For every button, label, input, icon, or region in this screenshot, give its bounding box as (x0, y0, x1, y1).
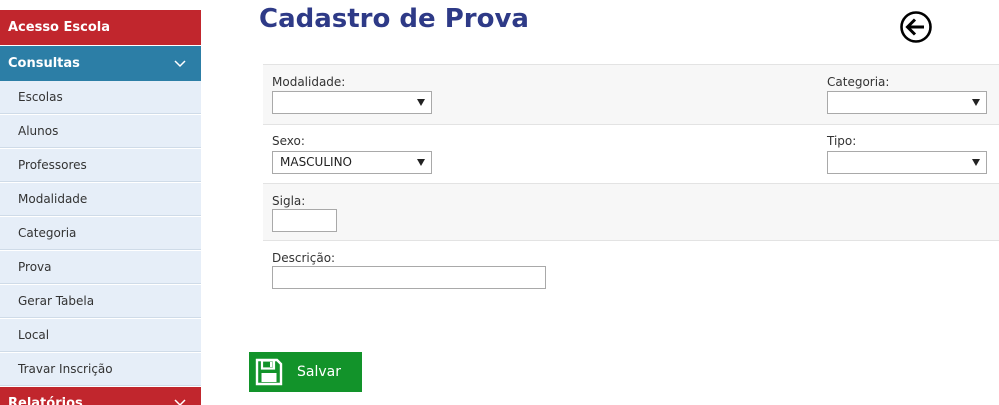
sidebar-item-local[interactable]: Local (0, 319, 201, 352)
arrow-left-circle-icon (900, 11, 932, 43)
dropdown-arrow-icon (417, 99, 425, 106)
dropdown-arrow-icon (417, 159, 425, 166)
sidebar-header-relatorios[interactable]: Relatórios (0, 387, 201, 405)
chevron-down-icon (174, 399, 186, 405)
page-title: Cadastro de Prova (259, 4, 529, 34)
sidebar: Acesso Escola Consultas Escolas Alunos P… (0, 0, 202, 405)
sexo-label: Sexo: (272, 134, 305, 148)
sidebar-item-label: Professores (18, 158, 87, 172)
sidebar-header-label: Consultas (8, 56, 80, 71)
sidebar-item-professores[interactable]: Professores (0, 149, 201, 182)
sidebar-header-label: Relatórios (8, 396, 83, 405)
tipo-select[interactable] (827, 151, 987, 174)
sidebar-item-label: Travar Inscrição (18, 362, 113, 376)
sidebar-item-label: Local (18, 328, 50, 342)
form-row-sexo-tipo: Sexo: MASCULINO Tipo: (263, 125, 999, 184)
form-row-descricao: Descrição: (263, 241, 999, 332)
modalidade-label: Modalidade: (272, 75, 346, 89)
dropdown-arrow-icon (972, 99, 980, 106)
sidebar-header-acesso-escola[interactable]: Acesso Escola (0, 10, 201, 45)
floppy-disk-icon (255, 358, 283, 386)
sidebar-item-label: Alunos (18, 124, 59, 138)
categoria-label: Categoria: (827, 75, 890, 89)
sidebar-header-label: Acesso Escola (8, 20, 111, 35)
save-button[interactable]: Salvar (249, 352, 362, 392)
sidebar-item-modalidade[interactable]: Modalidade (0, 183, 201, 216)
form-row-modalidade-categoria: Modalidade: Categoria: (263, 65, 999, 125)
sidebar-item-label: Modalidade (18, 192, 88, 206)
sidebar-item-escolas[interactable]: Escolas (0, 81, 201, 114)
sidebar-item-prova[interactable]: Prova (0, 251, 201, 284)
sidebar-header-consultas[interactable]: Consultas (0, 46, 201, 81)
back-button[interactable] (899, 10, 933, 44)
sidebar-item-label: Escolas (18, 90, 63, 104)
modalidade-select[interactable] (272, 91, 432, 114)
dropdown-arrow-icon (972, 159, 980, 166)
sidebar-item-alunos[interactable]: Alunos (0, 115, 201, 148)
chevron-down-icon (174, 60, 186, 68)
tipo-label: Tipo: (827, 134, 857, 148)
categoria-select[interactable] (827, 91, 987, 114)
sexo-value: MASCULINO (280, 155, 352, 169)
form-row-sigla: Sigla: (263, 184, 999, 241)
sidebar-item-label: Categoria (18, 226, 77, 240)
sidebar-item-label: Gerar Tabela (18, 294, 95, 308)
sidebar-item-label: Prova (18, 260, 52, 274)
descricao-input[interactable] (272, 266, 546, 289)
sigla-label: Sigla: (272, 194, 306, 208)
sigla-input[interactable] (272, 209, 337, 232)
descricao-label: Descrição: (272, 251, 336, 265)
sidebar-item-gerar-tabela[interactable]: Gerar Tabela (0, 285, 201, 318)
save-label: Salvar (297, 364, 341, 380)
sidebar-item-categoria[interactable]: Categoria (0, 217, 201, 250)
form-panel: Modalidade: Categoria: Sexo: MASCULINO T… (263, 64, 999, 332)
sidebar-item-travar-inscricao[interactable]: Travar Inscrição (0, 353, 201, 386)
sexo-select[interactable]: MASCULINO (272, 151, 432, 174)
